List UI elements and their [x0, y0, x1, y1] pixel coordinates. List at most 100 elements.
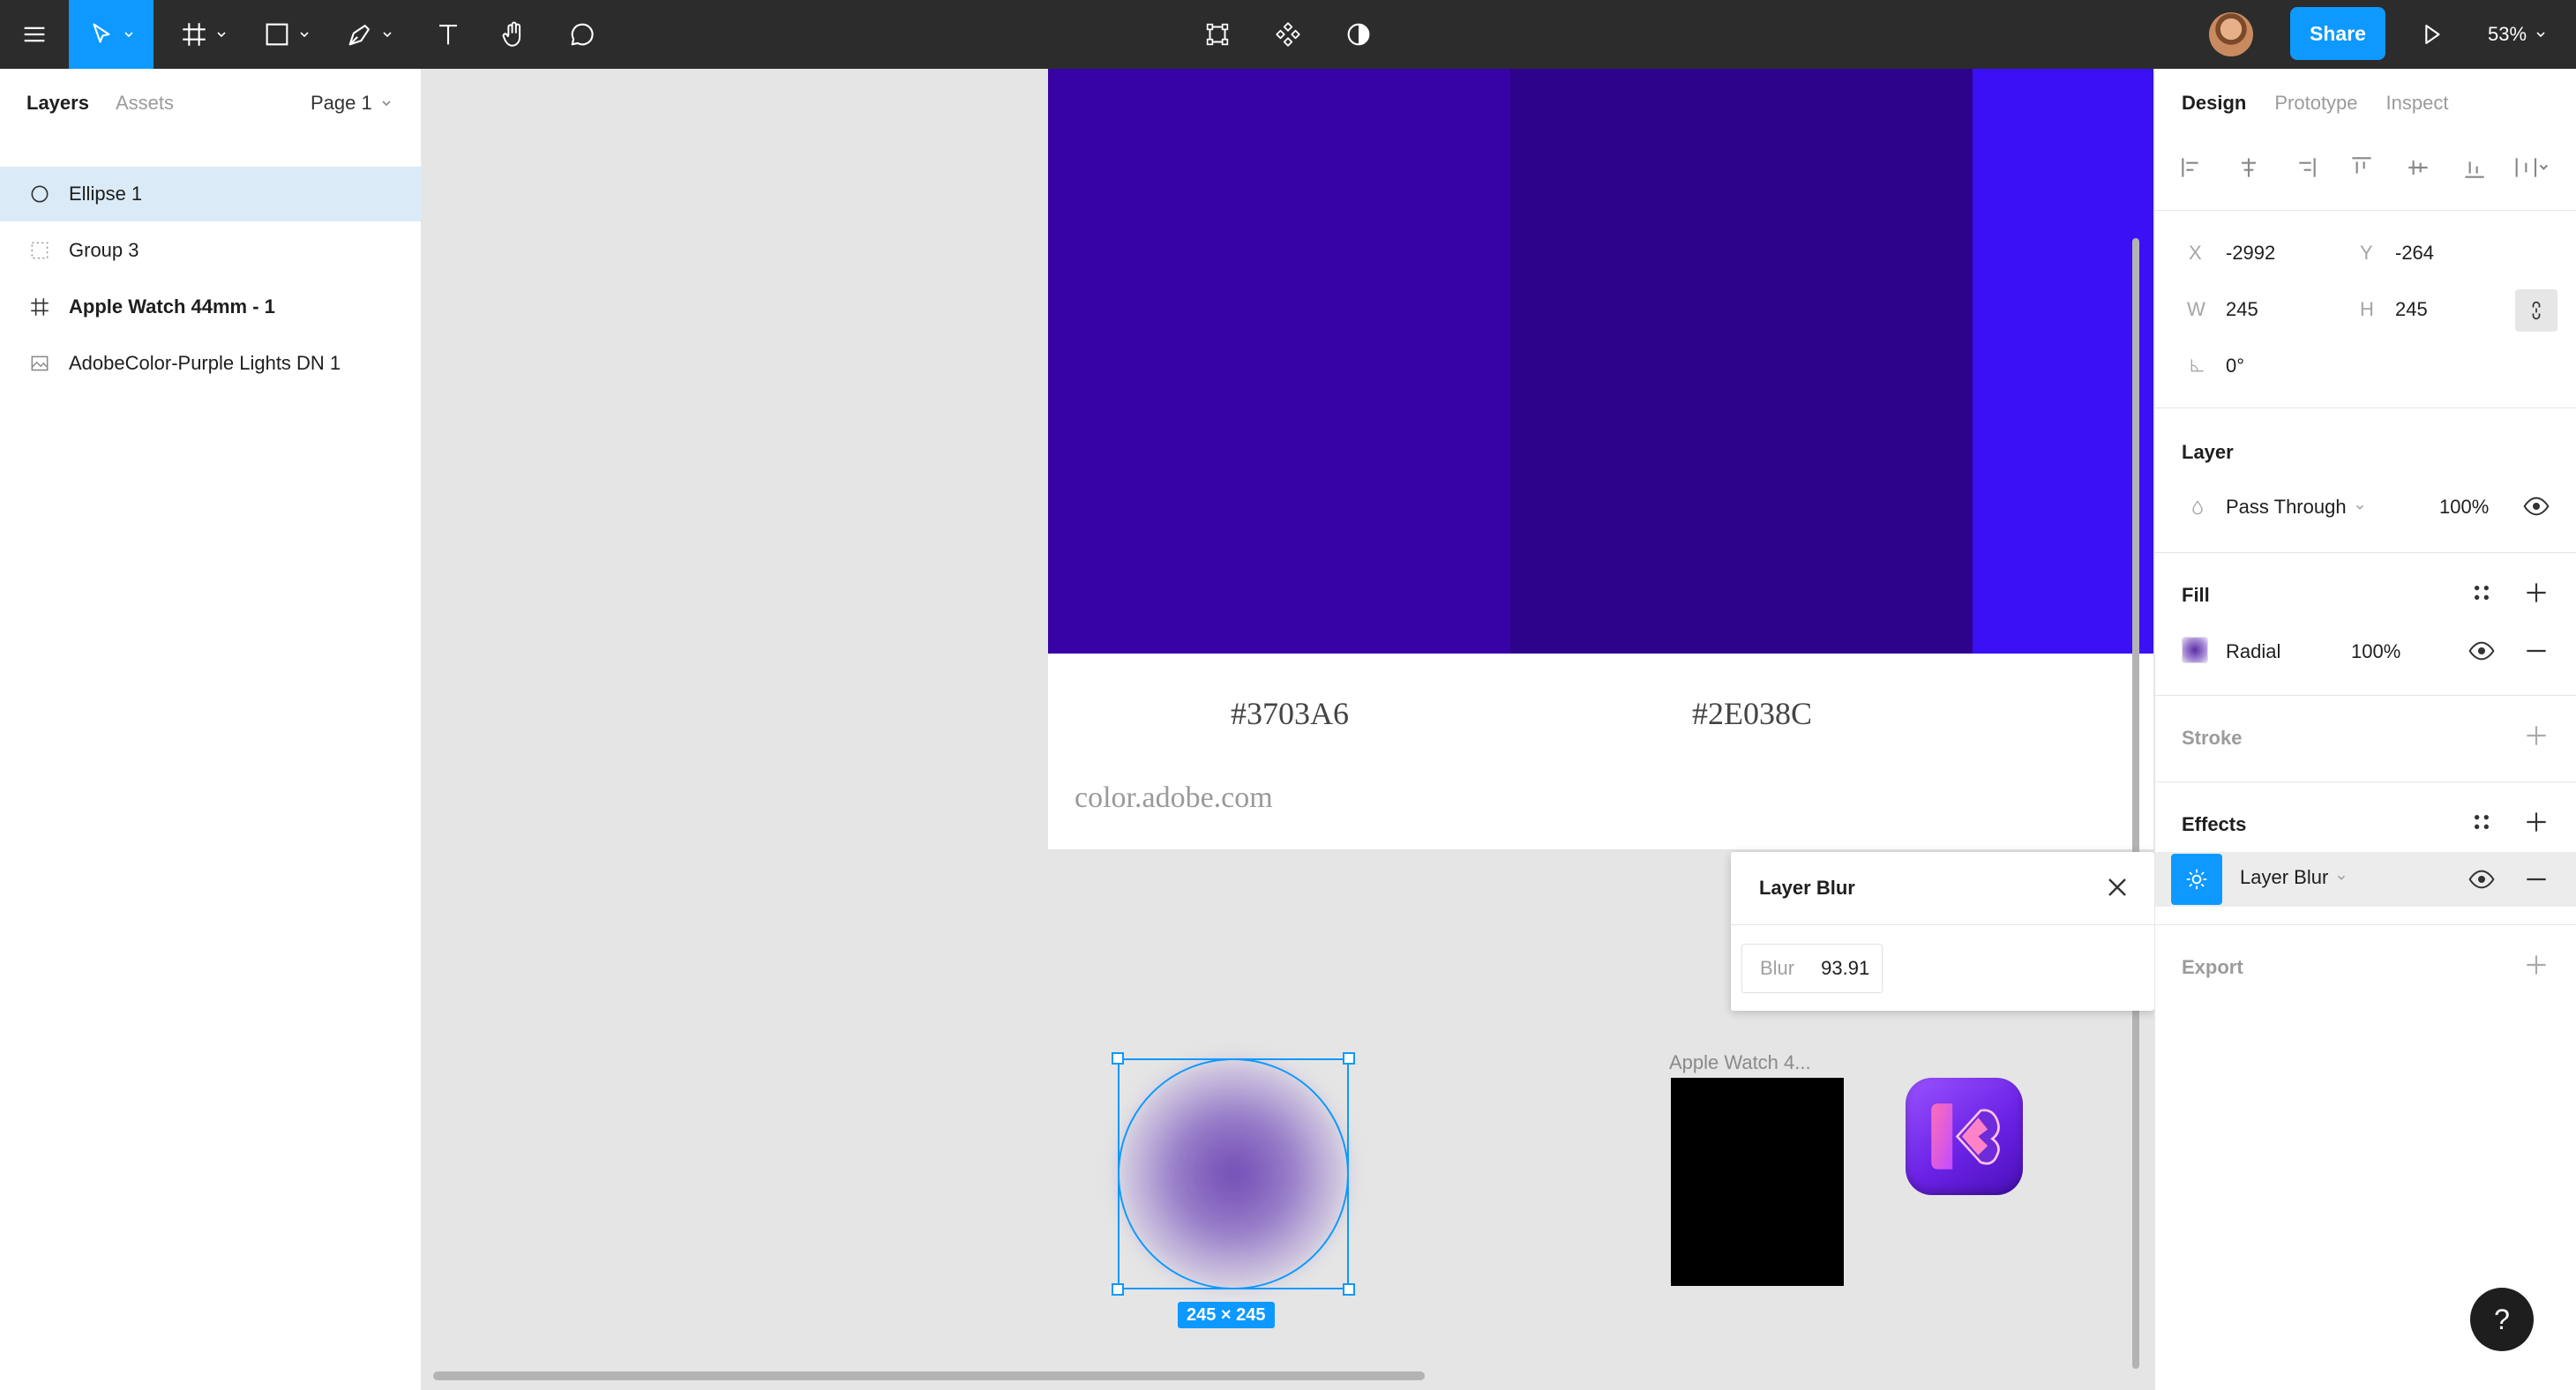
plus-icon[interactable]	[2522, 721, 2550, 750]
fill-opacity-input[interactable]: 100%	[2351, 640, 2400, 663]
help-button[interactable]: ?	[2470, 1288, 2534, 1351]
zoom-value: 53%	[2488, 23, 2527, 45]
chevron-down-icon	[217, 32, 226, 38]
align-horizontal-center-icon[interactable]	[2235, 153, 2263, 182]
blur-value[interactable]: 93.91	[1821, 957, 1869, 980]
apple-watch-frame[interactable]	[1671, 1078, 1844, 1286]
tab-assets[interactable]: Assets	[116, 92, 174, 115]
align-top-icon[interactable]	[2348, 153, 2376, 182]
frame-tool-button[interactable]	[173, 0, 235, 69]
selection-size-badge: 245 × 245	[1178, 1302, 1275, 1328]
zoom-dropdown[interactable]: 53%	[2488, 0, 2548, 69]
constrain-proportions-button[interactable]	[2515, 289, 2557, 332]
shape-tool-button[interactable]	[256, 0, 318, 69]
styles-grid-icon[interactable]	[2467, 808, 2496, 836]
adobecolor-image[interactable]: #3703A6 #2E038C color.adobe.com	[1048, 69, 2153, 849]
stroke-section-title: Stroke	[2182, 727, 2243, 749]
main-menu-button[interactable]	[0, 0, 69, 69]
effect-settings-button[interactable]	[2171, 854, 2222, 905]
align-vertical-center-icon[interactable]	[2404, 153, 2432, 182]
vector-edit-icon	[1206, 23, 1229, 46]
comment-tool-button[interactable]	[556, 0, 609, 69]
w-label: W	[2187, 298, 2205, 320]
frame-label[interactable]: Apple Watch 4...	[1669, 1051, 1811, 1074]
h-input[interactable]: 245	[2395, 298, 2428, 321]
fill-type[interactable]: Radial	[2226, 640, 2280, 663]
distribute-icon[interactable]	[2512, 153, 2552, 182]
contrast-icon	[1347, 23, 1370, 46]
layer-blur-popover: Layer Blur Blur 93.91	[1731, 852, 2154, 1011]
popover-title: Layer Blur	[1759, 877, 1855, 899]
tab-design[interactable]: Design	[2182, 92, 2246, 115]
rotation-input[interactable]: 0°	[2226, 355, 2244, 377]
eye-icon[interactable]	[2522, 492, 2550, 520]
comment-icon	[571, 23, 594, 46]
layer-name: Ellipse 1	[69, 183, 143, 205]
present-button[interactable]	[2405, 0, 2458, 69]
resize-handle-top-right[interactable]	[1343, 1052, 1355, 1065]
align-left-icon[interactable]	[2178, 153, 2206, 182]
hex-label: #3703A6	[1231, 696, 1349, 731]
mask-button[interactable]	[1330, 0, 1387, 69]
design-canvas[interactable]: #3703A6 #2E038C color.adobe.com 245 × 24…	[423, 69, 2153, 1390]
create-component-button[interactable]	[1260, 0, 1316, 69]
blend-mode-dropdown[interactable]: Pass Through	[2226, 496, 2366, 519]
eye-icon[interactable]	[2467, 865, 2496, 893]
eye-icon[interactable]	[2467, 637, 2496, 665]
resize-handle-bottom-right[interactable]	[1343, 1283, 1355, 1296]
divider	[2155, 781, 2576, 782]
chevron-down-icon	[2338, 875, 2346, 880]
group-icon	[26, 237, 53, 264]
resize-handle-bottom-left[interactable]	[1112, 1283, 1124, 1296]
x-label: X	[2189, 242, 2202, 264]
avatar[interactable]	[2209, 12, 2253, 56]
x-input[interactable]: -2992	[2226, 242, 2275, 265]
vertical-scrollbar[interactable]	[2132, 238, 2139, 1369]
move-tool-button[interactable]	[69, 0, 154, 69]
hand-tool-button[interactable]	[487, 0, 540, 69]
minus-icon[interactable]	[2522, 865, 2550, 893]
image-icon	[26, 350, 53, 377]
edit-object-button[interactable]	[1189, 0, 1246, 69]
align-right-icon[interactable]	[2291, 153, 2319, 182]
frame-icon	[183, 23, 206, 46]
close-button[interactable]	[2101, 871, 2133, 903]
align-bottom-icon[interactable]	[2460, 153, 2489, 182]
resize-handle-top-left[interactable]	[1112, 1052, 1124, 1065]
ellipse-1[interactable]	[1112, 1052, 1355, 1296]
share-button[interactable]: Share	[2290, 7, 2385, 60]
plus-icon[interactable]	[2522, 579, 2550, 607]
styles-grid-icon[interactable]	[2467, 579, 2496, 607]
w-input[interactable]: 245	[2226, 298, 2258, 321]
layer-row-apple-watch[interactable]: Apple Watch 44mm - 1	[0, 280, 422, 334]
layer-opacity-input[interactable]: 100%	[2439, 496, 2489, 519]
minus-icon[interactable]	[2522, 637, 2550, 665]
pen-tool-button[interactable]	[339, 0, 401, 69]
export-section-title: Export	[2182, 956, 2243, 978]
plus-icon[interactable]	[2522, 808, 2550, 836]
layers-panel: Layers Assets Page 1 Ellipse 1 Group 3 A…	[0, 69, 422, 1390]
layer-row-group-3[interactable]: Group 3	[0, 223, 422, 278]
fill-swatch[interactable]	[2182, 637, 2208, 663]
tab-prototype[interactable]: Prototype	[2274, 92, 2357, 115]
pen-icon	[348, 25, 370, 46]
text-tool-button[interactable]	[422, 0, 475, 69]
horizontal-scrollbar[interactable]	[433, 1371, 1425, 1380]
rotation-icon	[2190, 359, 2204, 372]
app-logo-icon[interactable]	[1906, 1078, 2023, 1195]
tab-inspect[interactable]: Inspect	[2386, 92, 2449, 115]
text-icon	[439, 25, 457, 45]
page-selector[interactable]: Page 1	[311, 92, 393, 115]
blur-input[interactable]: Blur 93.91	[1741, 944, 1883, 993]
effect-row-layer-blur[interactable]: Layer Blur	[2155, 852, 2576, 907]
tab-layers[interactable]: Layers	[26, 92, 89, 115]
y-input[interactable]: -264	[2395, 242, 2434, 265]
layer-name: Group 3	[69, 239, 139, 261]
blend-mode-value: Pass Through	[2226, 496, 2347, 518]
plus-icon[interactable]	[2522, 951, 2550, 979]
effects-section-title: Effects	[2182, 813, 2247, 835]
effect-type-dropdown[interactable]: Layer Blur	[2240, 866, 2348, 889]
sun-icon	[2186, 869, 2207, 890]
layer-row-adobecolor-image[interactable]: AdobeColor-Purple Lights DN 1	[0, 336, 422, 391]
layer-row-ellipse-1[interactable]: Ellipse 1	[0, 167, 422, 221]
